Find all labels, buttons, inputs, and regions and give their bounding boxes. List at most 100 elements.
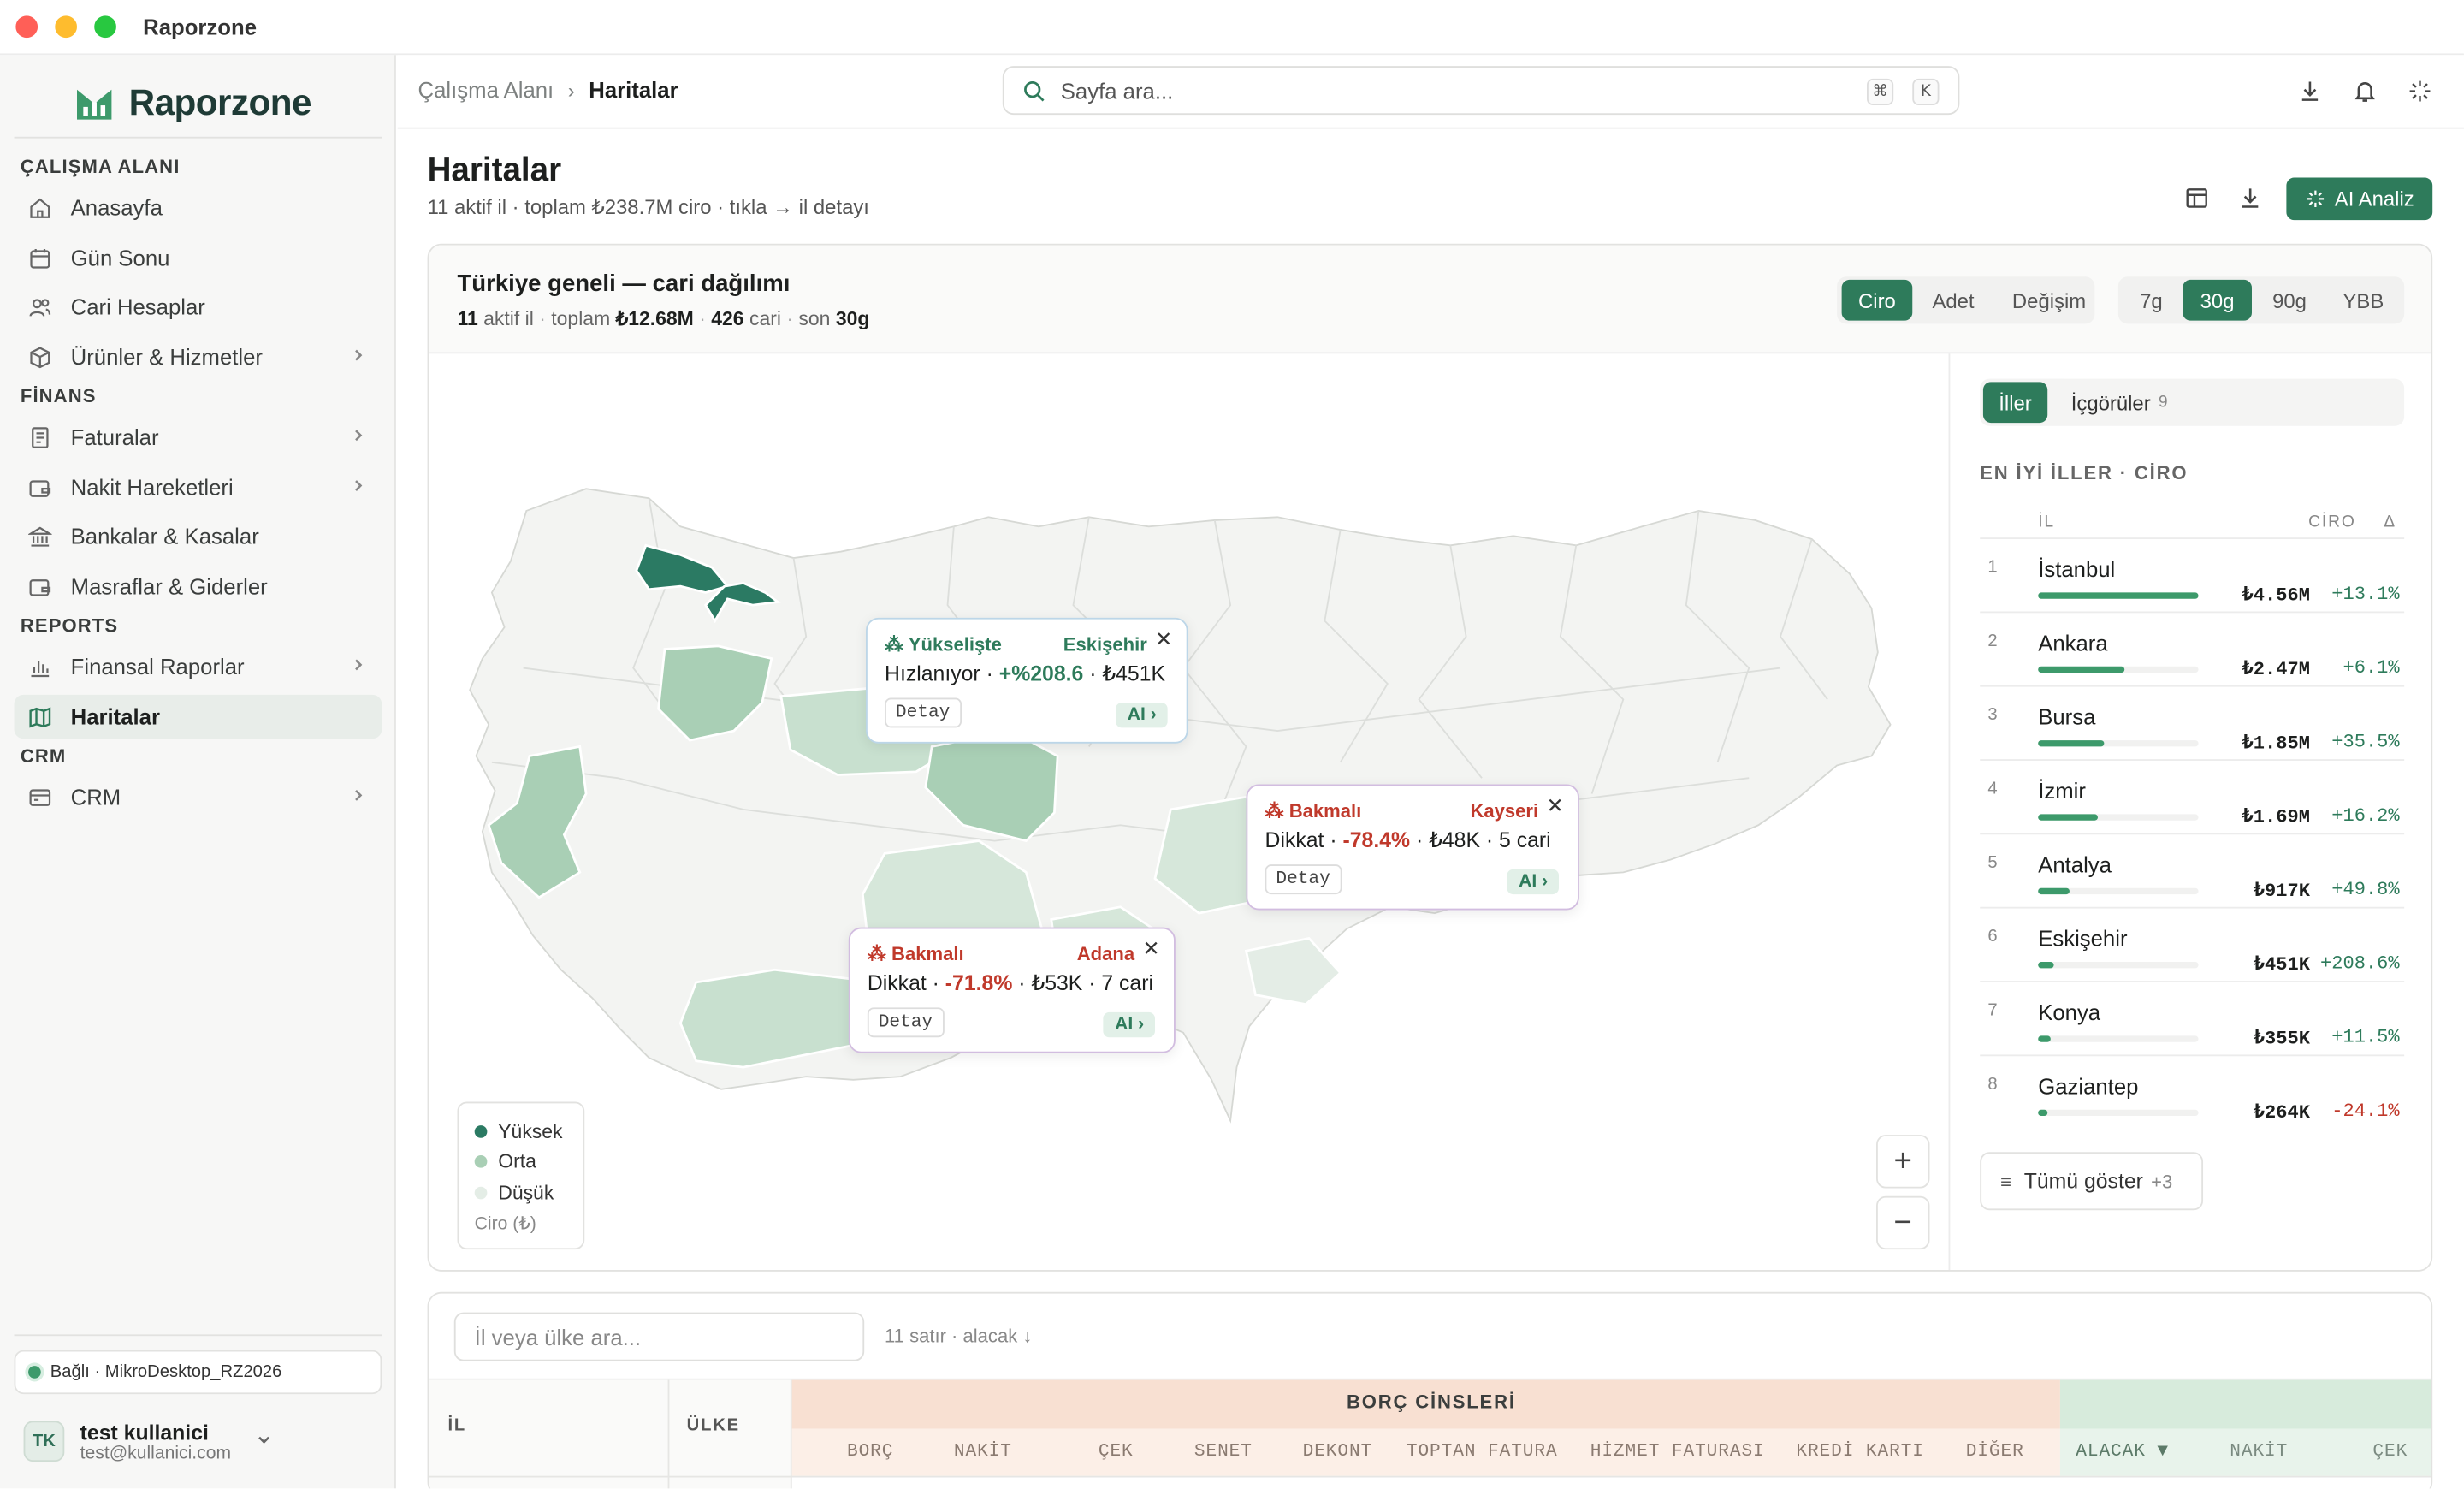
legend-unit: Ciro (₺) [474, 1215, 536, 1235]
period-tab-ybb[interactable]: YBB [2327, 280, 2399, 321]
map-popup-kayseri[interactable]: ✕ ⁂ Bakmalı Kayseri Dikkat · -78.4% · ₺4… [1246, 784, 1579, 911]
col-header-il[interactable]: İL [447, 1416, 466, 1435]
sidebar-item-bankalar[interactable]: Bankalar & Kasalar [15, 514, 382, 558]
sidebar-item-urunler[interactable]: Ürünler & Hizmetler [15, 335, 382, 378]
ranking-row[interactable]: 5 Antalya ₺917K +49.8% [1980, 833, 2405, 906]
popup-ai-button[interactable]: AI › [1104, 1011, 1155, 1038]
popup-body: Hızlanıyor · +%208.6 · ₺451K [885, 661, 1166, 685]
turkey-map[interactable] [429, 353, 1950, 1272]
sidebar-item-finansal-raporlar[interactable]: Finansal Raporlar [15, 644, 382, 688]
page-search-input[interactable]: Sayfa ara... ⌘ K [1002, 66, 1960, 116]
share-bar [2038, 962, 2199, 969]
rank-number: 4 [1987, 780, 1998, 799]
ranking-row[interactable]: 1 İstanbul ₺4.56M +13.1% [1980, 537, 2405, 611]
data-table-card: İl veya ülke ara... 11 satır · alacak ↓ … [427, 1291, 2433, 1489]
sidebar-item-nakit-hareketleri[interactable]: Nakit Hareketleri [15, 466, 382, 509]
share-bar-fill [2038, 814, 2098, 821]
col-header-ciro: CİRO [2308, 512, 2356, 531]
col-header-dekont[interactable]: DEKONT [1303, 1441, 1373, 1462]
raporzone-logo-icon [76, 88, 112, 119]
tab-iller[interactable]: İller [1982, 382, 2048, 424]
col-header-alacak-cek[interactable]: ÇEK [2372, 1441, 2408, 1462]
popup-detail-button[interactable]: Detay [867, 1007, 944, 1038]
col-header-nakit[interactable]: NAKİT [954, 1441, 1012, 1462]
popup-detail-button[interactable]: Detay [885, 697, 962, 728]
stat-cari-label: cari [749, 307, 781, 330]
download-icon[interactable] [2297, 79, 2322, 104]
province-value: ₺4.56M [2242, 584, 2310, 607]
close-icon[interactable]: ✕ [1546, 794, 1563, 819]
user-menu[interactable]: TK test kullanici test@kullanici.com [15, 1410, 382, 1473]
brand-logo[interactable]: Raporzone [75, 82, 312, 125]
sidebar-item-faturalar[interactable]: Faturalar [15, 415, 382, 459]
metric-tab-ciro[interactable]: Ciro [1841, 279, 1913, 321]
close-window-button[interactable] [15, 15, 38, 39]
col-header-cek[interactable]: ÇEK [1099, 1441, 1134, 1462]
breadcrumb-workspace[interactable]: Çalışma Alanı [418, 77, 554, 102]
period-tab-90g[interactable]: 90g [2258, 280, 2320, 321]
col-header-senet[interactable]: SENET [1194, 1441, 1253, 1462]
col-header-toptan-fatura[interactable]: TOPTAN FATURA [1407, 1441, 1558, 1462]
maximize-window-button[interactable] [94, 15, 116, 39]
section-workspace: ÇALIŞMA ALANI [20, 155, 181, 178]
metric-tab-adet[interactable]: Adet [1919, 280, 1988, 321]
home-icon [30, 197, 50, 217]
zoom-out-button[interactable]: − [1876, 1195, 1930, 1250]
zoom-in-button[interactable]: + [1876, 1135, 1930, 1189]
sidebar-item-cari-hesaplar[interactable]: Cari Hesaplar [15, 284, 382, 328]
col-header-kredi-karti[interactable]: KREDİ KARTI [1796, 1441, 1924, 1462]
col-header-hizmet-faturasi[interactable]: HİZMET FATURASI [1590, 1441, 1765, 1462]
share-bar [2038, 740, 2199, 747]
period-tab-7g[interactable]: 7g [2123, 280, 2179, 321]
close-icon[interactable]: ✕ [1142, 937, 1159, 962]
sidebar-item-label: Nakit Hareketleri [70, 474, 234, 501]
map-popup-adana[interactable]: ✕ ⁂ Bakmalı Adana Dikkat · -71.8% · ₺53K… [848, 927, 1176, 1053]
user-email: test@kullanici.com [80, 1444, 232, 1463]
connection-status[interactable]: Bağlı · MikroDesktop_RZ2026 [14, 1350, 382, 1395]
bell-icon[interactable] [2353, 79, 2378, 104]
share-bar [2038, 887, 2199, 895]
sidebar-item-crm[interactable]: CRM [15, 774, 382, 818]
popup-ai-button[interactable]: AI › [1116, 703, 1168, 728]
ranking-row[interactable]: 8 Gaziantep ₺264K -24.1% [1980, 1054, 2405, 1128]
sparkle-icon[interactable] [2408, 79, 2432, 104]
ranking-row[interactable]: 4 İzmir ₺1.69M +16.2% [1980, 759, 2405, 833]
popup-ai-button[interactable]: AI › [1507, 869, 1560, 895]
table-view-icon[interactable] [2184, 186, 2209, 211]
popup-city: Kayseri [1470, 799, 1539, 822]
sidebar-item-label: Masraflar & Giderler [70, 573, 268, 599]
sidebar: Raporzone ÇALIŞMA ALANI Anasayfa Gün Son… [0, 55, 396, 1489]
ranking-row[interactable]: 2 Ankara ₺2.47M +6.1% [1980, 611, 2405, 685]
ai-analysis-button[interactable]: AI Analiz [2286, 177, 2433, 221]
status-dot-icon [28, 1366, 41, 1379]
sidebar-item-masraflar[interactable]: Masraflar & Giderler [15, 564, 382, 608]
metric-tab-degisim[interactable]: Değişim [1994, 280, 2105, 321]
ranking-row[interactable]: 7 Konya ₺355K +11.5% [1980, 981, 2405, 1054]
rank-number: 2 [1987, 632, 1998, 651]
export-icon[interactable] [2237, 186, 2262, 211]
table-search-input[interactable]: İl veya ülke ara... [453, 1312, 865, 1361]
province-name: Konya [2038, 1000, 2101, 1025]
map-popup-eskisehir[interactable]: ✕ ⁂ Yükselişte Eskişehir Hızlanıyor · +%… [866, 617, 1188, 744]
col-header-diger[interactable]: DİĞER [1966, 1441, 2024, 1462]
province-name: Bursa [2038, 703, 2096, 730]
col-header-alacak-nakit[interactable]: NAKİT [2230, 1441, 2288, 1462]
col-header-alacak-sorted[interactable]: ALACAK ▼ [2076, 1441, 2169, 1462]
popup-detail-button[interactable]: Detay [1265, 864, 1342, 895]
minimize-window-button[interactable] [55, 15, 77, 39]
calendar-icon [30, 248, 50, 268]
tab-icgoruler[interactable]: İçgörüler 9 [2055, 382, 2183, 423]
sidebar-item-haritalar[interactable]: Haritalar [14, 694, 382, 739]
close-icon[interactable]: ✕ [1155, 627, 1172, 652]
ranking-row[interactable]: 3 Bursa ₺1.85M +35.5% [1980, 685, 2405, 759]
period-tab-30g[interactable]: 30g [2183, 279, 2252, 321]
show-all-button[interactable]: ≡ Tümü göster +3 [1980, 1152, 2204, 1211]
col-header-borc[interactable]: BORÇ [847, 1441, 893, 1462]
sidebar-item-gun-sonu[interactable]: Gün Sonu [15, 236, 382, 280]
ranking-row[interactable]: 6 Eskişehir ₺451K +208.6% [1980, 906, 2405, 981]
avatar: TK [23, 1421, 65, 1462]
tab-count-badge: 9 [2158, 393, 2168, 412]
sidebar-item-anasayfa[interactable]: Anasayfa [15, 186, 382, 229]
crm-icon [29, 788, 51, 805]
col-header-ulke[interactable]: ÜLKE [687, 1416, 740, 1435]
